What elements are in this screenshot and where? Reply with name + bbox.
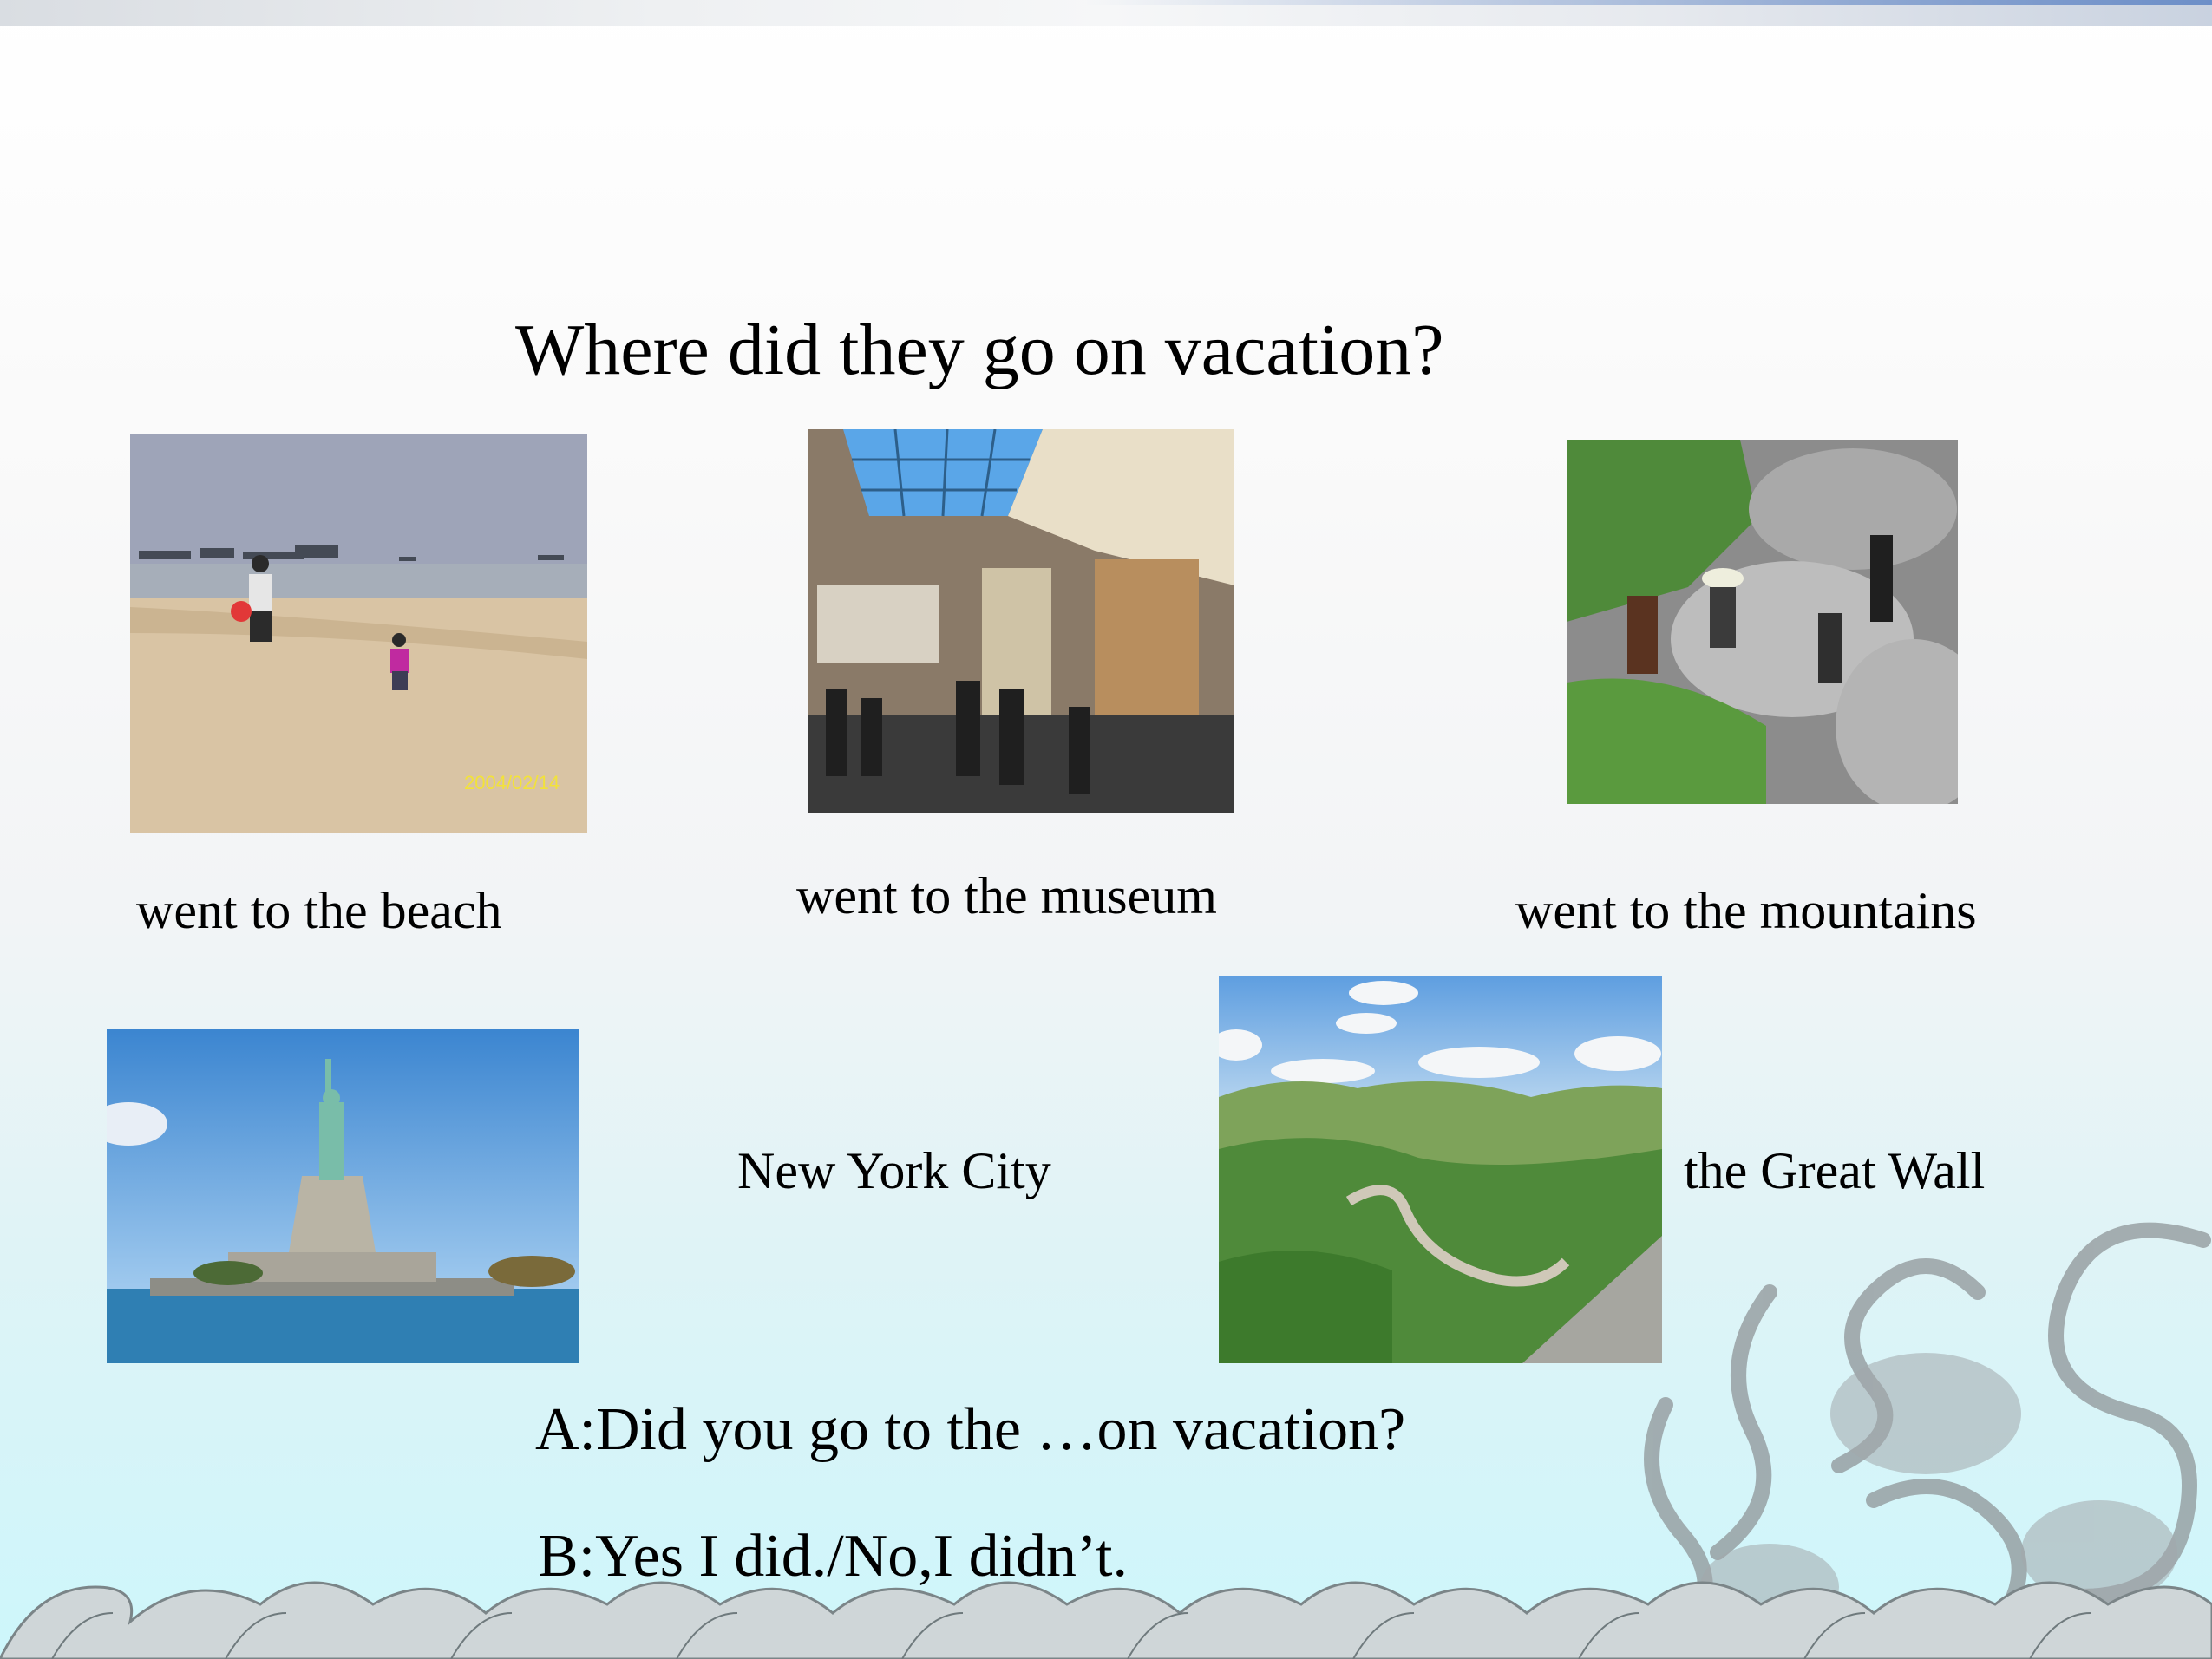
museum-photo xyxy=(808,429,1234,813)
caption-new-york: New York City xyxy=(737,1142,1051,1199)
caption-mountains: went to the mountains xyxy=(1515,882,1977,939)
dialog-question: A:Did you go to the …on vacation? xyxy=(535,1396,1406,1463)
slide-title: Where did they go on vacation? xyxy=(515,310,1444,390)
great-wall-photo xyxy=(1219,976,1662,1363)
statue-of-liberty-photo xyxy=(107,1029,579,1363)
beach-date-stamp: 2004/02/14 xyxy=(464,772,560,794)
caption-museum: went to the museum xyxy=(796,867,1217,924)
caption-beach: went to the beach xyxy=(136,882,502,939)
top-decorative-bar xyxy=(0,0,2212,26)
mountains-photo xyxy=(1567,440,1958,804)
dialog-answer: B:Yes I did./No,I didn’t. xyxy=(538,1523,1129,1590)
beach-photo: 2004/02/14 xyxy=(130,434,587,833)
